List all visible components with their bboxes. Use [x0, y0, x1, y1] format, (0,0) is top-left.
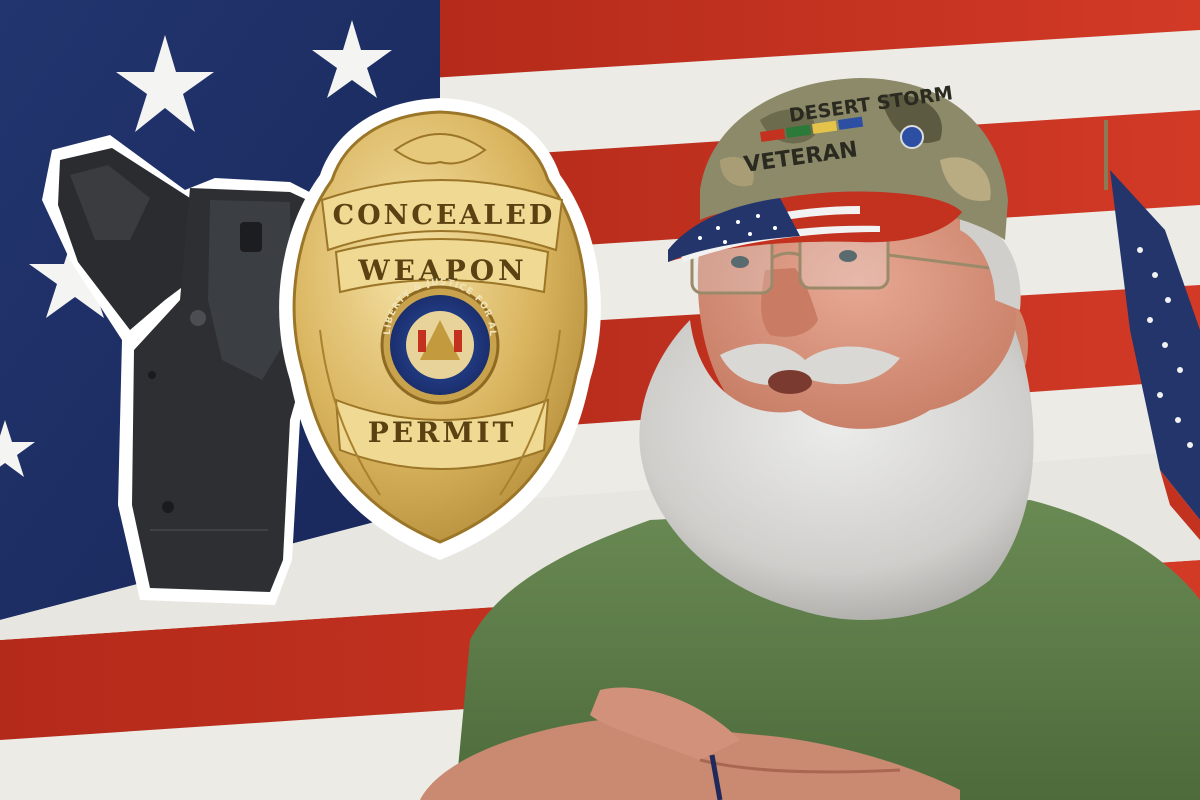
veteran-portrait: DESERT STORM VETERAN: [420, 78, 1200, 800]
photo-scene: CONCEALED WEAPON LIBERTY & JUSTICE FOR A…: [0, 0, 1200, 800]
